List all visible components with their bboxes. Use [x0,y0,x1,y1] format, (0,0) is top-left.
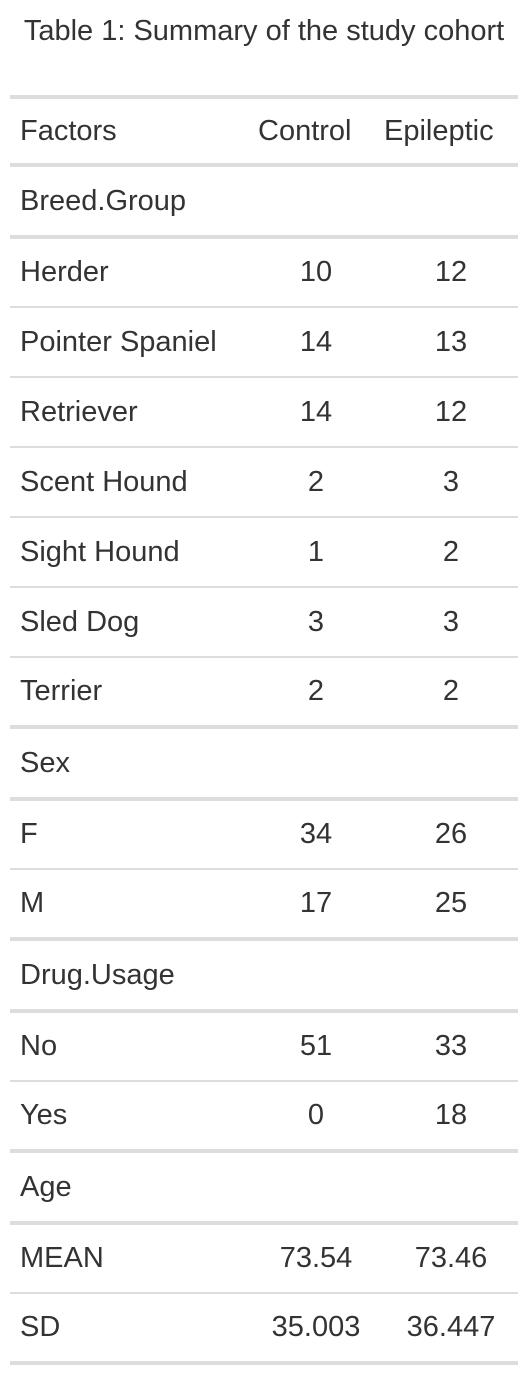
epileptic-value: 3 [442,605,460,638]
row-label: F [20,818,38,850]
header-factors: Factors [20,114,117,147]
epileptic-value: 2 [442,535,460,568]
epileptic-value: 73.46 [414,1242,488,1274]
epileptic-value: 18 [434,1099,468,1131]
table-body: Breed.Group Herder 10 12 Pointer Spaniel 14 13… [10,165,518,1363]
control-value: 0 [307,1099,325,1131]
table-row: F 34 26 [10,799,518,869]
group-label: Breed.Group [20,184,187,217]
control-value: 35.003 [271,1311,361,1343]
header-control: Control [258,114,352,147]
table-row: Terrier 2 2 [10,657,518,727]
table-header-row: Factors Control Epileptic [10,97,518,165]
group-header-row: Age [10,1151,518,1223]
control-value: 10 [299,256,333,288]
control-value: 14 [299,395,333,428]
table-row: Sled Dog 3 3 [10,587,518,657]
epileptic-value: 33 [434,1030,468,1062]
group-label: Drug.Usage [20,958,175,991]
group-header-row: Breed.Group [10,165,518,237]
epileptic-value: 25 [434,887,468,919]
control-value: 17 [299,887,333,919]
group-header-row: Sex [10,727,518,799]
epileptic-value: 3 [442,465,460,498]
epileptic-value: 2 [442,675,460,707]
control-value: 3 [307,605,325,638]
row-label: Pointer Spaniel [20,325,217,358]
row-label: Yes [20,1099,68,1131]
row-label: Retriever [20,395,138,428]
control-value: 34 [299,818,333,850]
epileptic-value: 12 [434,256,468,288]
table-row: SD 35.003 36.447 [10,1293,518,1363]
epileptic-value: 36.447 [406,1311,496,1343]
table-row: Herder 10 12 [10,237,518,307]
row-label: Herder [20,256,109,288]
control-value: 2 [307,675,325,707]
cohort-summary-table: Factors Control Epileptic Breed.Group Her… [10,95,518,1365]
control-value: 1 [307,535,325,568]
row-label: Terrier [20,675,103,707]
control-value: 14 [299,325,333,358]
control-value: 73.54 [279,1242,353,1274]
row-label: Sight Hound [20,535,180,568]
table-caption: Table 1: Summary of the study cohort [23,15,505,47]
table-row: M 17 25 [10,869,518,939]
document-page: Table 1: Summary of the study cohort Fac… [0,0,528,1376]
row-label: Sled Dog [20,605,140,638]
row-label: MEAN [20,1242,104,1274]
epileptic-value: 12 [434,395,468,428]
control-value: 51 [299,1030,333,1062]
group-header-row: Drug.Usage [10,939,518,1011]
table-row: No 51 33 [10,1011,518,1081]
header-epileptic: Epileptic [384,114,494,147]
row-label: Scent Hound [20,465,188,498]
row-label: No [20,1030,58,1062]
group-label: Age [20,1170,72,1203]
table-row: MEAN 73.54 73.46 [10,1223,518,1293]
table-row: Pointer Spaniel 14 13 [10,307,518,377]
group-label: Sex [20,746,70,779]
table-row: Scent Hound 2 3 [10,447,518,517]
epileptic-value: 26 [434,818,468,850]
table-row: Yes 0 18 [10,1081,518,1151]
epileptic-value: 13 [434,325,468,358]
row-label: M [20,887,45,919]
row-label: SD [20,1311,61,1343]
control-value: 2 [307,465,325,498]
table-row: Sight Hound 1 2 [10,517,518,587]
table-row: Retriever 14 12 [10,377,518,447]
